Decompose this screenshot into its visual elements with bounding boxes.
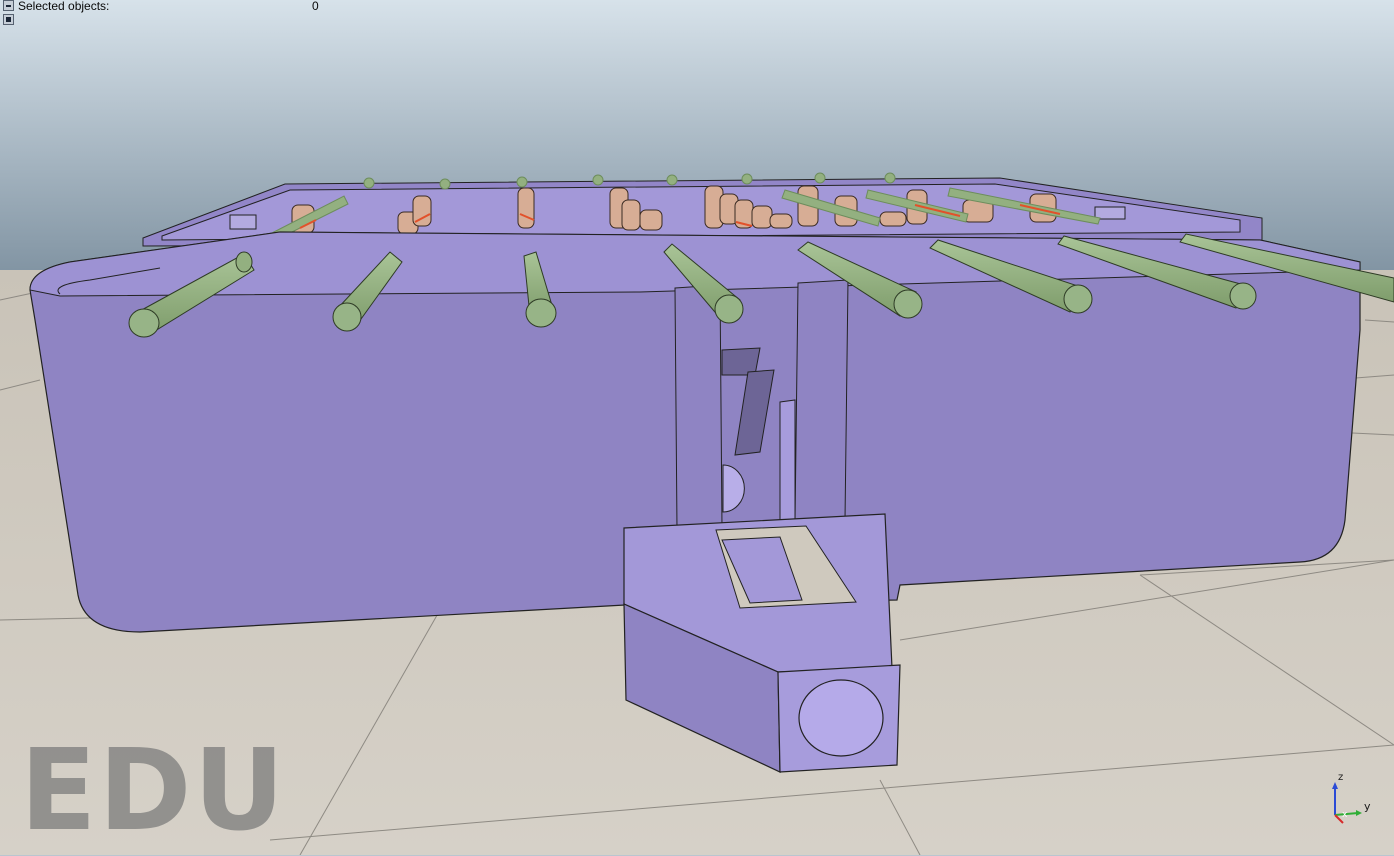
axis-x-label: x [1342, 810, 1348, 820]
scene-viewport[interactable]: Selected objects: 0 EDU z y x [0, 0, 1394, 855]
edu-watermark: EDU [20, 726, 287, 856]
toolbar-toggle-icon[interactable] [3, 14, 14, 25]
collapse-icon[interactable] [3, 0, 14, 11]
axis-y-label: y [1364, 800, 1371, 813]
selection-info-bar: Selected objects: 0 [0, 0, 330, 25]
axis-z-label: z [1338, 772, 1343, 783]
goal-slot-far-left [229, 214, 257, 230]
goal-post-right [794, 279, 849, 523]
axis-triad-icon: z y x [1332, 772, 1371, 824]
goal-inner-ramp-top [721, 347, 761, 376]
goal-slot-far-right [1094, 206, 1126, 220]
goal-post-left [674, 284, 723, 531]
selected-objects-label: Selected objects: [18, 0, 110, 13]
selected-objects-count: 0 [312, 0, 319, 13]
ball-exit-hole [798, 679, 884, 757]
